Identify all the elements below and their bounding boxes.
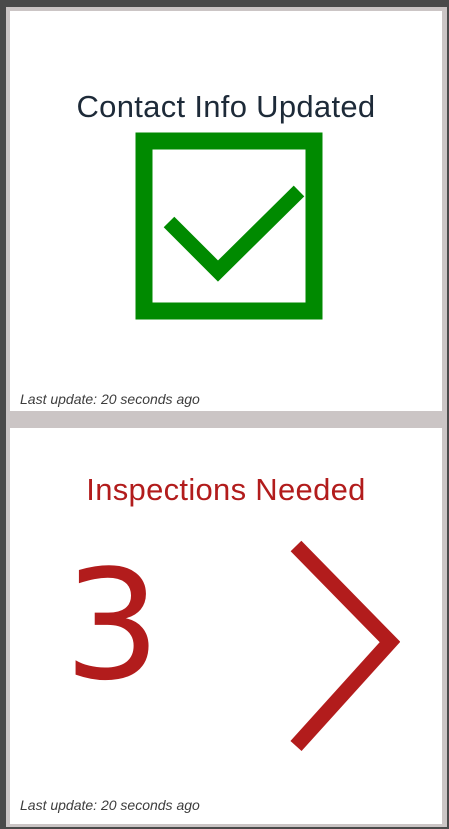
widget-title: Inspections Needed [86, 472, 366, 507]
last-update-text: Last update: 20 seconds ago [20, 391, 200, 407]
checkbox-checked-icon [135, 132, 323, 320]
dashboard-frame: Contact Info Updated Last update: 20 sec… [6, 7, 447, 827]
inspections-needed-widget[interactable]: Inspections Needed 3 Last update: 20 sec… [10, 428, 442, 824]
contact-info-widget[interactable]: Contact Info Updated Last update: 20 sec… [10, 11, 442, 411]
chevron-right-icon[interactable] [290, 538, 400, 754]
widget-title: Contact Info Updated [76, 89, 376, 124]
count-value: 3 [64, 537, 161, 714]
last-update-text: Last update: 20 seconds ago [20, 797, 200, 813]
